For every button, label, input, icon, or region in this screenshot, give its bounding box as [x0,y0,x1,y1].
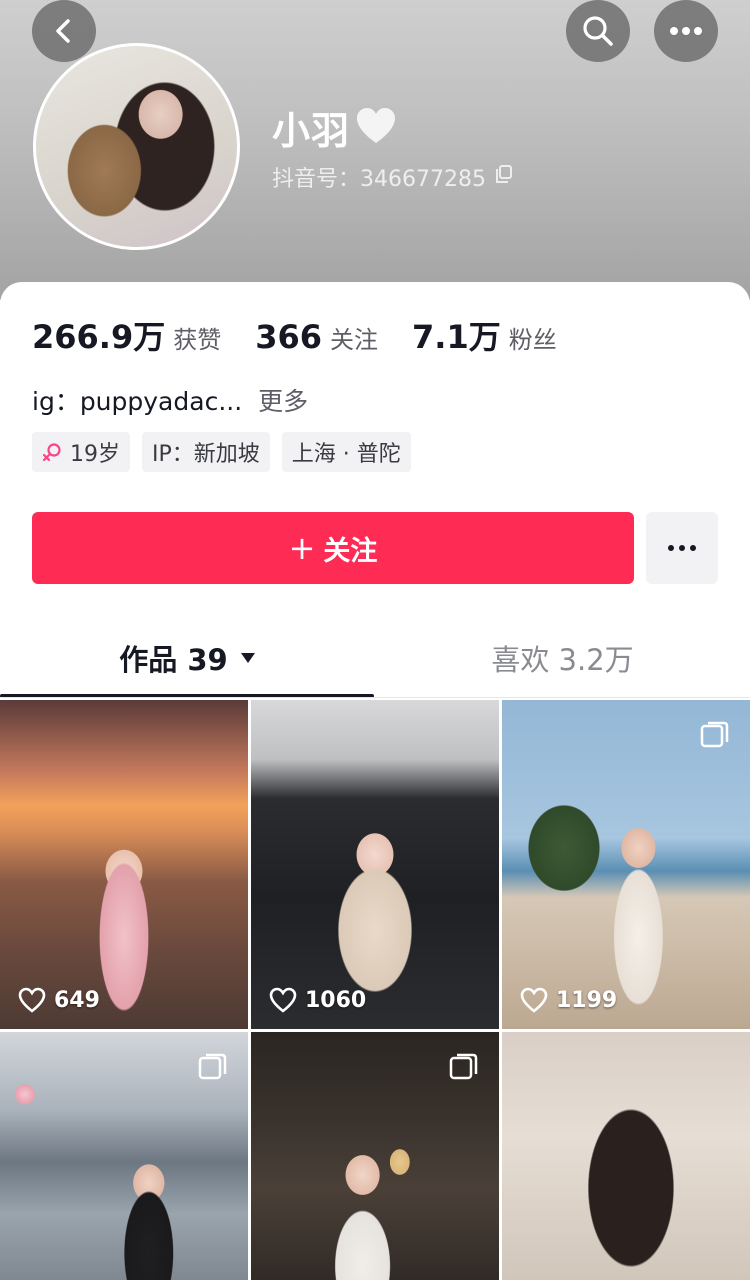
more-icon [668,545,696,551]
age-label: 19岁 [70,442,120,467]
female-icon [42,443,61,462]
profile-name-row: 小羽 [272,100,398,155]
like-count-value: 649 [54,987,100,1013]
copy-icon[interactable] [494,164,514,190]
tab-works-label: 作品 39 [119,643,228,677]
multi-photo-icon [700,721,729,748]
ip-tag: IP：新加坡 [142,432,270,472]
stat-label: 关注 [330,326,379,354]
video-thumbnail[interactable] [0,1032,248,1280]
caret-down-icon [240,653,255,663]
location-tag[interactable]: 上海 · 普陀 [281,432,411,472]
bio-row: ig：puppyadac... 更多 [32,382,308,418]
ip-label: IP：新加坡 [152,442,260,467]
back-icon [56,19,70,43]
more-icon [670,27,702,35]
multi-photo-icon [449,1053,478,1080]
video-thumbnail[interactable] [251,1032,499,1280]
stat-following[interactable]: 366 关注 [255,318,378,356]
stat-label: 粉丝 [508,326,557,354]
more-options-button[interactable] [654,0,718,62]
like-count: 649 [18,987,100,1013]
stat-value: 7.1万 [412,318,501,356]
profile-tags: 19岁 IP：新加坡 上海 · 普陀 [32,432,423,472]
tabs-divider [0,697,750,698]
avatar[interactable] [33,43,240,250]
douyin-id-row[interactable]: 抖音号：346677285 [272,161,514,193]
plus-icon: + [288,529,316,567]
thumbnail-image [502,1032,750,1280]
like-count-value: 1060 [305,987,367,1013]
tab-likes-label: 喜欢 3.2万 [491,643,634,677]
like-count: 1199 [520,987,617,1013]
age-tag: 19岁 [32,432,130,472]
stat-likes[interactable]: 266.9万 获赞 [32,312,221,358]
tab-works[interactable]: 作品 39 [0,622,375,694]
more-actions-button[interactable] [646,512,718,584]
like-icon [269,987,297,1013]
stats-row: 266.9万 获赞 366 关注 7.1万 粉丝 [32,312,591,358]
follow-label: 关注 [323,535,378,567]
back-button[interactable] [32,0,96,62]
follow-button[interactable]: + 关注 [32,512,634,584]
stat-followers[interactable]: 7.1万 粉丝 [412,312,557,358]
douyin-id: 抖音号：346677285 [272,167,486,192]
thumbnail-image [0,700,248,1029]
heart-icon [354,106,398,150]
video-thumbnail[interactable]: 1060 [251,700,499,1029]
like-count: 1060 [269,987,366,1013]
stat-value: 366 [255,318,323,356]
bio-more-link[interactable]: 更多 [258,382,308,418]
like-count-value: 1199 [556,987,618,1013]
profile-name: 小羽 [272,109,351,153]
content-tabs: 作品 39 喜欢 3.2万 [0,622,750,698]
location-label: 上海 · 普陀 [291,442,401,467]
search-button[interactable] [566,0,630,62]
like-icon [520,987,548,1013]
multi-photo-icon [198,1053,227,1080]
bio-text: ig：puppyadac... [32,387,243,416]
stat-label: 获赞 [173,326,222,354]
stat-value: 266.9万 [32,318,166,356]
like-icon [18,987,46,1013]
thumbnail-image [251,700,499,1029]
search-icon [583,16,613,46]
video-thumbnail[interactable]: 1199 [502,700,750,1029]
video-thumbnail[interactable] [502,1032,750,1280]
video-thumbnail[interactable]: 649 [0,700,248,1029]
tab-likes[interactable]: 喜欢 3.2万 [375,622,750,694]
